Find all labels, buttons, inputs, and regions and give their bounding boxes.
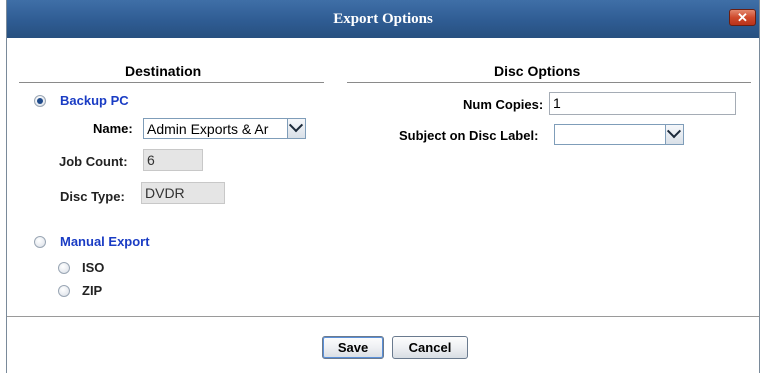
disc-type-field: DVDR	[141, 182, 225, 204]
subject-select[interactable]	[554, 124, 684, 145]
num-copies-value: 1	[553, 95, 561, 111]
name-label: Name:	[93, 121, 133, 136]
iso-radio[interactable]	[58, 262, 70, 274]
close-icon: ✕	[737, 10, 748, 25]
backup-pc-label[interactable]: Backup PC	[60, 93, 129, 108]
disc-type-value: DVDR	[145, 185, 185, 201]
save-button[interactable]: Save	[322, 336, 384, 359]
num-copies-input[interactable]: 1	[549, 92, 736, 115]
manual-export-label[interactable]: Manual Export	[60, 234, 150, 249]
manual-export-radio[interactable]	[34, 236, 46, 248]
destination-header: Destination	[125, 63, 202, 79]
disc-options-divider	[347, 82, 751, 83]
dialog-title: Export Options	[333, 11, 433, 27]
backup-pc-radio[interactable]	[34, 95, 46, 107]
cancel-button[interactable]: Cancel	[392, 336, 468, 359]
disc-options-header: Disc Options	[494, 63, 581, 79]
close-button[interactable]: ✕	[729, 9, 756, 26]
footer-divider	[7, 316, 759, 317]
name-select[interactable]: Admin Exports & Ar	[143, 118, 306, 139]
name-select-value: Admin Exports & Ar	[147, 121, 269, 137]
job-count-value: 6	[147, 152, 155, 168]
job-count-field: 6	[143, 149, 203, 171]
title-bar[interactable]: Export Options ✕	[7, 0, 759, 38]
zip-label[interactable]: ZIP	[82, 283, 102, 298]
chevron-down-icon[interactable]	[665, 125, 683, 144]
export-options-dialog: Export Options ✕ Destination Backup PC N…	[6, 0, 760, 373]
num-copies-label: Num Copies:	[463, 97, 544, 112]
subject-label: Subject on Disc Label:	[399, 128, 539, 143]
disc-type-label: Disc Type:	[60, 189, 125, 204]
job-count-label: Job Count:	[59, 154, 128, 169]
chevron-down-icon[interactable]	[287, 119, 305, 138]
destination-divider	[19, 82, 324, 83]
zip-radio[interactable]	[58, 285, 70, 297]
iso-label[interactable]: ISO	[82, 260, 104, 275]
